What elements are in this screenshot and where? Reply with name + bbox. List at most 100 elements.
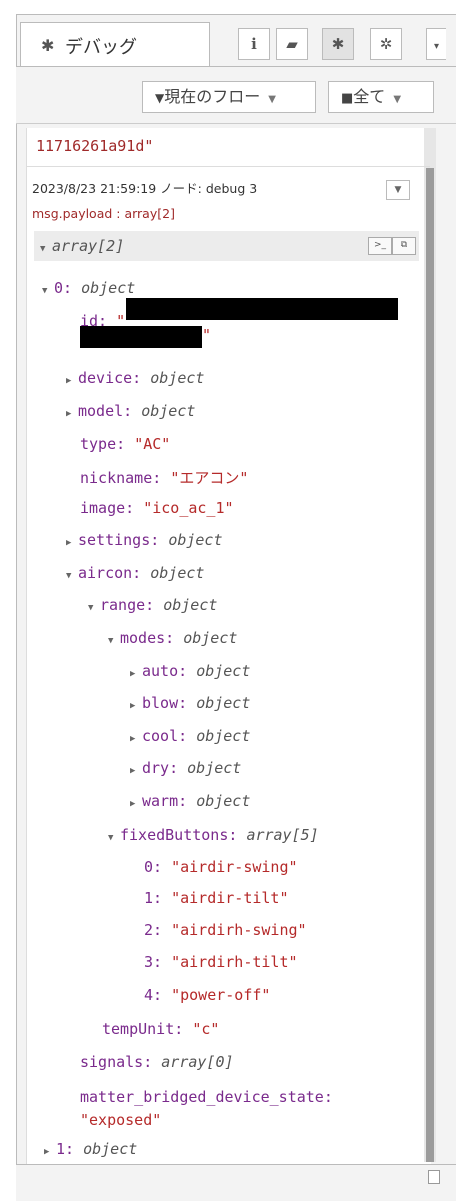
book-icon: ▰ <box>286 35 298 53</box>
tree-row[interactable]: ▶ 1: object <box>44 1140 137 1158</box>
tree-key: 0: <box>144 858 172 876</box>
tree-type: object <box>150 564 205 582</box>
tree-value: "airdirh-swing" <box>171 921 307 939</box>
tree-row[interactable]: ▶ settings: object <box>66 531 223 549</box>
bug-icon: ✱ <box>331 35 345 53</box>
tree-value: "c" <box>192 1020 220 1038</box>
redaction-bar <box>126 298 398 320</box>
tree-key: 2: <box>144 921 172 939</box>
tree-type: object <box>183 629 238 647</box>
copy-value-button[interactable]: ⧉ <box>392 237 416 255</box>
tree-key: 3: <box>144 953 172 971</box>
tree-type: object <box>196 694 251 712</box>
more-tabs-button[interactable]: ▾ <box>426 28 446 60</box>
tree-value: "power-off" <box>171 986 271 1004</box>
tree-key: fixedButtons: <box>120 826 247 844</box>
caret-down-icon: ▼ <box>108 636 114 646</box>
tree-type: array[5] <box>246 826 319 844</box>
caret-right-icon: ▶ <box>66 538 72 548</box>
tree-type: object <box>196 662 251 680</box>
bug-icon: ✱ <box>41 36 55 55</box>
tree-row[interactable]: ▼ 0: object <box>42 279 135 297</box>
chevron-down-icon: ▾ <box>433 41 440 52</box>
filter-dropdown[interactable]: ▼現在のフロー ▼ <box>142 81 316 113</box>
tree-type: object <box>150 369 205 387</box>
tree-key: 1: <box>144 889 172 907</box>
tree-row: signals: array[0] <box>80 1053 234 1071</box>
tree-key: 4: <box>144 986 172 1004</box>
tree-type: object <box>196 792 251 810</box>
info-tab-button[interactable]: i <box>238 28 270 60</box>
caret-right-icon: ▶ <box>130 669 136 679</box>
tree-value: "ico_ac_1" <box>143 499 234 517</box>
tree-key: dry: <box>142 759 188 777</box>
debug-tab-button[interactable]: ✱ <box>322 28 354 60</box>
tree-key: cool: <box>142 727 197 745</box>
scrollbar-thumb[interactable] <box>426 168 434 1162</box>
tree-type: object <box>196 727 251 745</box>
message-timestamp-node: 2023/8/23 21:59:19 ノード: debug 3 <box>32 181 258 196</box>
tree-row[interactable]: ▶ auto: object <box>130 662 250 680</box>
tree-key: settings: <box>78 531 169 549</box>
caret-right-icon: ▶ <box>66 409 72 419</box>
caret-right-icon: ▶ <box>130 766 136 776</box>
previous-message-value: 11716261a91d" <box>36 137 154 155</box>
tree-type: object <box>81 279 136 297</box>
tree-key: tempUnit: <box>102 1020 193 1038</box>
tree-row[interactable]: ▶ model: object <box>66 402 195 420</box>
message-options-button[interactable]: ▼ <box>386 180 410 200</box>
tree-row[interactable]: ▼ modes: object <box>108 629 237 647</box>
tree-key: range: <box>100 596 164 614</box>
tree-type: object <box>187 759 242 777</box>
tree-row[interactable]: ▶ dry: object <box>130 759 241 777</box>
tree-key: 1: <box>56 1140 84 1158</box>
tree-row[interactable]: ▶ warm: object <box>130 792 250 810</box>
debug-toolbar: ▼現在のフロー ▼ ■全て ▼ <box>16 67 456 124</box>
tree-value: "airdirh-tilt" <box>171 953 298 971</box>
tree-key: device: <box>78 369 151 387</box>
tree-key: modes: <box>120 629 184 647</box>
payload-root[interactable]: ▼ array[2] <box>40 237 124 255</box>
tree-row: image: "ico_ac_1" <box>80 499 234 517</box>
message-separator <box>26 166 430 167</box>
tab-debug[interactable]: ✱ デバッグ <box>20 22 210 66</box>
tree-row[interactable]: ▶ device: object <box>66 369 204 387</box>
filter-icon: ▼ <box>155 91 165 105</box>
tree-key: matter_bridged_device_state: <box>80 1088 333 1106</box>
caret-down-icon: ▼ <box>66 571 72 581</box>
tree-row[interactable]: ▶ blow: object <box>130 694 250 712</box>
tree-key: image: <box>80 499 144 517</box>
message-topic: msg.payload : array[2] <box>32 206 175 221</box>
tree-row: 3: "airdirh-tilt" <box>144 953 298 971</box>
gear-icon: ✲ <box>379 35 393 53</box>
caret-down-icon: ▼ <box>88 603 94 613</box>
copy-path-button[interactable]: >_ <box>368 237 392 255</box>
tree-row[interactable]: ▼ range: object <box>88 596 217 614</box>
payload-actions: >_ ⧉ <box>368 237 420 255</box>
clear-dropdown[interactable]: ■全て ▼ <box>328 81 434 113</box>
tree-row: nickname: "エアコン" <box>80 467 248 488</box>
tree-type: object <box>168 531 223 549</box>
tab-debug-label: デバッグ <box>65 37 137 58</box>
tree-value: "airdir-tilt" <box>171 889 289 907</box>
caret-right-icon: ▶ <box>130 799 136 809</box>
resize-handle[interactable] <box>428 1170 440 1184</box>
help-tab-button[interactable]: ▰ <box>276 28 308 60</box>
tree-row: 0: "airdir-swing" <box>144 858 298 876</box>
tree-row: 4: "power-off" <box>144 986 270 1004</box>
tree-row[interactable]: ▼ aircon: object <box>66 564 204 582</box>
tree-row[interactable]: ▶ cool: object <box>130 727 250 745</box>
tree-key: 0: <box>54 279 82 297</box>
trash-icon: ■ <box>341 91 354 106</box>
tree-value: "exposed" <box>80 1111 162 1129</box>
tree-value: "エアコン" <box>170 469 249 487</box>
tree-type: object <box>83 1140 138 1158</box>
redaction-bar <box>80 326 202 348</box>
caret-down-icon: ▼ <box>42 286 48 296</box>
tree-type: array[0] <box>161 1053 234 1071</box>
tree-value-tail: " <box>202 326 212 344</box>
config-tab-button[interactable]: ✲ <box>370 28 402 60</box>
tree-row[interactable]: ▼ fixedButtons: array[5] <box>108 826 319 844</box>
tree-key: signals: <box>80 1053 162 1071</box>
tree-key: nickname: <box>80 469 171 487</box>
